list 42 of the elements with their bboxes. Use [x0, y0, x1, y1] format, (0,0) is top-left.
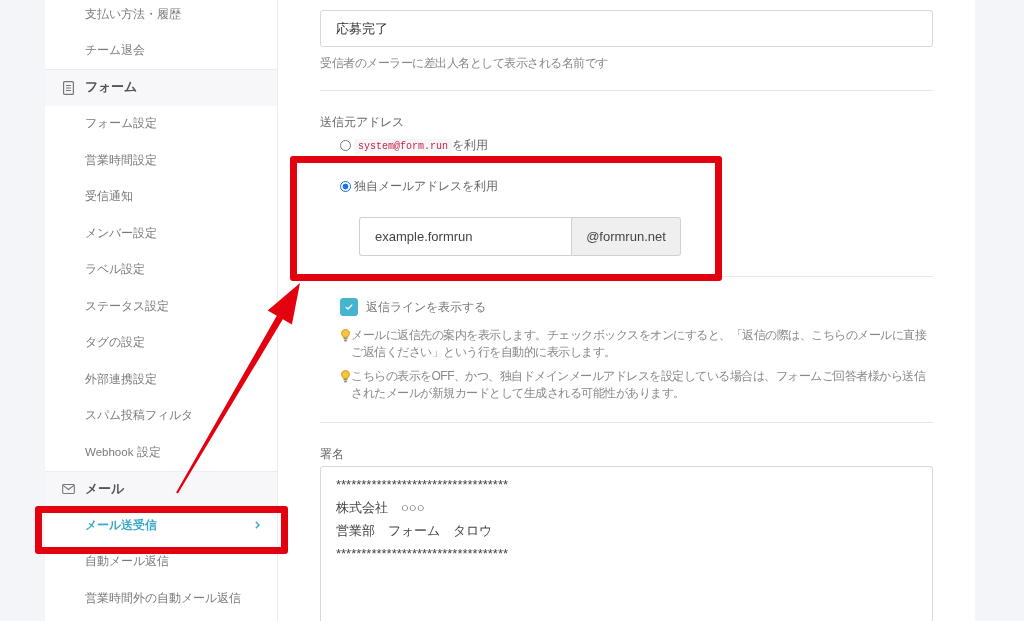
sidebar-item[interactable]: メール送受信: [45, 507, 277, 544]
sidebar-section-title: フォーム: [85, 79, 137, 97]
checkbox-label: 返信ラインを表示する: [366, 298, 486, 316]
signature-field[interactable]: ********************************** 株式会社 ○○○ 営業部 フォーム タロウ **********************************: [320, 466, 933, 621]
lightbulb-icon: [341, 329, 350, 342]
address-field[interactable]: example.formrun: [359, 217, 571, 256]
sidebar-item[interactable]: ラベル設定: [45, 251, 277, 288]
document-icon: [63, 80, 74, 95]
chevron-right-icon: [255, 521, 260, 530]
sidebar-item[interactable]: 営業時間外の自動メール返信: [45, 580, 277, 617]
checkbox[interactable]: [340, 298, 358, 316]
sidebar-section-title: メール: [85, 480, 124, 498]
signature-line: 営業部 フォーム タロウ: [336, 522, 493, 540]
signature-line: 株式会社 ○○○: [336, 499, 426, 517]
sender-name-field[interactable]: 応募完了: [320, 10, 933, 47]
sidebar-item[interactable]: タグの設定: [45, 324, 277, 361]
section-label: 送信元アドレス: [320, 114, 405, 131]
sidebar-item[interactable]: スパム投稿フィルタ: [45, 397, 277, 434]
section-label: 署名: [320, 446, 345, 463]
radio-button[interactable]: [340, 180, 351, 192]
note-text: こちらの表示をOFF、かつ、独自ドメインメールアドレスを設定している場合は、フォームご回答者様から送信されたメールが新規カードとして生成される可能性があります。: [351, 368, 927, 402]
option-label: 独自メールアドレスを利用: [354, 177, 498, 195]
sidebar-item[interactable]: 受信通知: [45, 178, 277, 215]
signature-line: **********************************: [336, 476, 509, 494]
lightbulb-icon: [341, 370, 350, 383]
radio-button[interactable]: [340, 139, 351, 151]
option-label: system@form.run を利用: [354, 136, 488, 154]
sidebar-item[interactable]: ステータス設定: [45, 288, 277, 325]
sidebar-item[interactable]: チーム退会: [45, 32, 277, 69]
sidebar-item[interactable]: 自動メール返信: [45, 543, 277, 580]
envelope-icon: [62, 484, 75, 495]
signature-line: **********************************: [336, 545, 509, 563]
sidebar-item[interactable]: 外部連携設定: [45, 361, 277, 398]
sidebar-item[interactable]: Webhook 設定: [45, 434, 277, 471]
domain-addon: @formrun.net: [571, 217, 681, 256]
sidebar-item[interactable]: 支払い方法・履歴: [45, 0, 277, 33]
sidebar-item[interactable]: 営業時間設定: [45, 142, 277, 179]
sidebar-item[interactable]: メンバー設定: [45, 215, 277, 252]
note-text: メールに返信先の案内を表示します。チェックボックスをオンにすると、「返信の際は、こちらのメールに直接ご返信ください」という行を自動的に表示します。: [351, 327, 928, 361]
field-hint: 受信者のメーラーに差出人名として表示される名前です: [320, 55, 609, 72]
sidebar-item[interactable]: フォーム設定: [45, 105, 277, 142]
checkmark-icon: [345, 304, 353, 310]
